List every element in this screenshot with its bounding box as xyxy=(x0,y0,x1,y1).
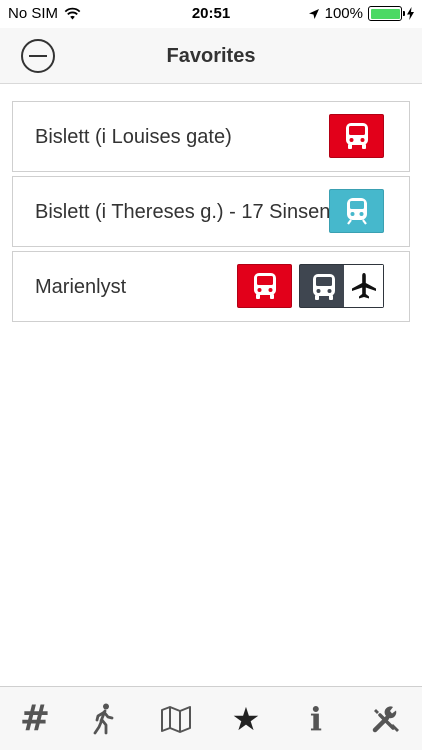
favorite-row[interactable]: Marienlyst xyxy=(12,251,410,322)
location-arrow-icon xyxy=(308,8,319,19)
tab-map[interactable] xyxy=(158,701,194,737)
favorite-name: Marienlyst xyxy=(35,276,127,298)
map-icon xyxy=(161,706,191,733)
favorites-list: Bislett (i Louises gate) Bislett (i Ther… xyxy=(12,101,410,326)
nav-bar: Favorites xyxy=(0,28,422,84)
favorite-row[interactable]: Bislett (i Thereses g.) - 17 Sinsen xyxy=(12,176,410,247)
tab-bar: # ★ i xyxy=(0,686,422,750)
page-title: Favorites xyxy=(166,45,256,67)
airport-bus-badge[interactable] xyxy=(299,264,384,308)
status-bar: No SIM 20:51 100% xyxy=(0,0,422,28)
charging-bolt-icon xyxy=(407,7,414,20)
bus-icon xyxy=(345,123,368,149)
tram-icon xyxy=(346,198,367,225)
favorite-name: Bislett (i Louises gate) xyxy=(35,126,232,148)
star-icon: ★ xyxy=(231,701,261,737)
battery-percent: 100% xyxy=(324,5,363,22)
favorite-name: Bislett (i Thereses g.) - 17 Sinsen xyxy=(35,201,331,223)
bus-badge[interactable] xyxy=(237,264,292,308)
favorite-row[interactable]: Bislett (i Louises gate) xyxy=(12,101,410,172)
hash-icon: # xyxy=(19,698,51,739)
tab-favorites[interactable]: ★ xyxy=(228,701,264,737)
bus-badge[interactable] xyxy=(329,114,384,158)
status-right: 100% xyxy=(308,5,414,22)
tab-settings[interactable] xyxy=(368,701,404,737)
tram-badge[interactable] xyxy=(329,189,384,233)
tools-icon xyxy=(372,706,399,733)
bus-icon xyxy=(253,273,276,299)
bus-icon xyxy=(313,274,335,300)
battery-fill xyxy=(370,8,400,19)
plane-panel xyxy=(344,265,383,307)
airplane-icon xyxy=(351,273,376,299)
tab-hash[interactable]: # xyxy=(17,701,53,737)
tab-info[interactable]: i xyxy=(298,701,334,737)
info-icon: i xyxy=(309,700,323,738)
battery-icon xyxy=(368,6,405,21)
walking-icon xyxy=(93,703,114,735)
tab-walk[interactable] xyxy=(87,701,123,737)
